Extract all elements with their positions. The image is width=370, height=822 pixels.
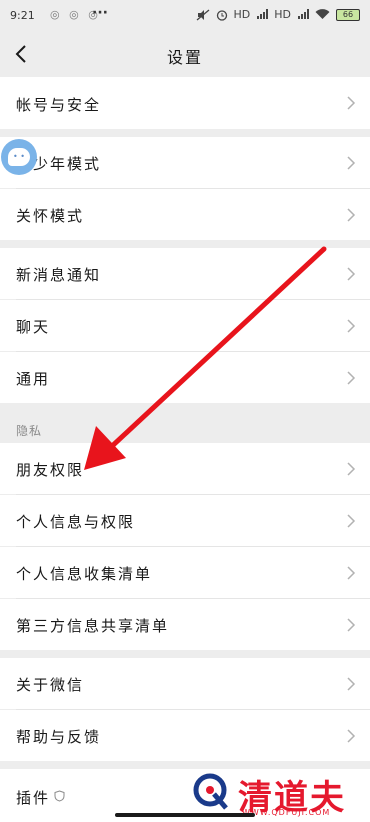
watermark-q-icon xyxy=(193,773,228,810)
home-indicator xyxy=(115,813,255,817)
watermark-url: WWW.QDFUJI.COM xyxy=(242,808,331,817)
annotation-arrow xyxy=(84,246,327,470)
